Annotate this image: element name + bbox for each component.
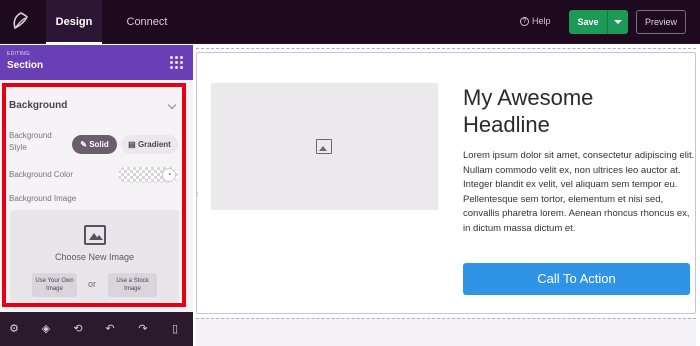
or-label: or	[88, 279, 97, 289]
gradient-icon: ▤	[128, 140, 138, 149]
editing-label: EDITING:	[7, 51, 32, 57]
background-section-title[interactable]: Background	[9, 100, 67, 111]
headline[interactable]: My Awesome Headline	[463, 84, 683, 138]
section-top-divider	[196, 48, 696, 49]
layers-icon[interactable]: ◈	[37, 320, 55, 338]
save-button-group: Save	[569, 10, 628, 34]
image-placeholder-icon	[316, 139, 332, 154]
redo-icon[interactable]: ↷	[134, 320, 152, 338]
seedprod-logo-icon[interactable]	[10, 11, 32, 33]
gradient-label: Gradient	[137, 140, 171, 149]
use-own-image-button[interactable]: Use Your Own Image	[32, 273, 77, 297]
call-to-action-button[interactable]: Call To Action	[463, 263, 690, 295]
editing-title: Section	[7, 60, 44, 71]
history-icon[interactable]: ⟲	[69, 320, 87, 338]
undo-icon[interactable]: ↶	[101, 320, 119, 338]
preview-button[interactable]: Preview	[636, 10, 686, 34]
background-style-label: Background Style	[9, 131, 52, 152]
save-button[interactable]: Save	[569, 10, 607, 34]
choose-new-image[interactable]: Choose New Image	[10, 252, 179, 262]
image-icon	[84, 225, 106, 245]
pencil-icon: ✎	[80, 140, 90, 149]
editing-header: EDITING: Section	[0, 45, 193, 80]
gradient-button[interactable]: ▤ Gradient	[121, 135, 178, 154]
palette-icon[interactable]: ◔	[162, 168, 176, 182]
tab-design[interactable]: Design	[46, 0, 102, 44]
tab-connect[interactable]: Connect	[116, 0, 178, 44]
use-stock-image-button[interactable]: Use a Stock Image	[108, 273, 157, 297]
sidebar-bottom-bar: ⚙ ◈ ⟲ ↶ ↷ ▯	[0, 312, 193, 346]
help-icon: ?	[520, 16, 529, 26]
mobile-icon[interactable]: ▯	[166, 320, 184, 338]
help-link[interactable]: ? Help	[520, 16, 551, 26]
solid-label: Solid	[89, 140, 109, 149]
gear-icon[interactable]: ⚙	[5, 320, 23, 338]
save-divider	[607, 10, 608, 34]
solid-button[interactable]: ✎ Solid	[72, 135, 117, 154]
save-dropdown-chevron-icon[interactable]	[614, 20, 622, 24]
next-section[interactable]	[196, 318, 696, 346]
grid-menu-icon[interactable]	[170, 56, 183, 69]
background-image-label: Background Image	[9, 194, 77, 203]
top-bar: Design Connect ? Help Save Preview	[0, 0, 700, 44]
help-label: Help	[532, 16, 551, 26]
body-text[interactable]: Lorem ipsum dolor sit amet, consectetur …	[463, 149, 695, 236]
background-color-label: Background Color	[9, 170, 74, 179]
